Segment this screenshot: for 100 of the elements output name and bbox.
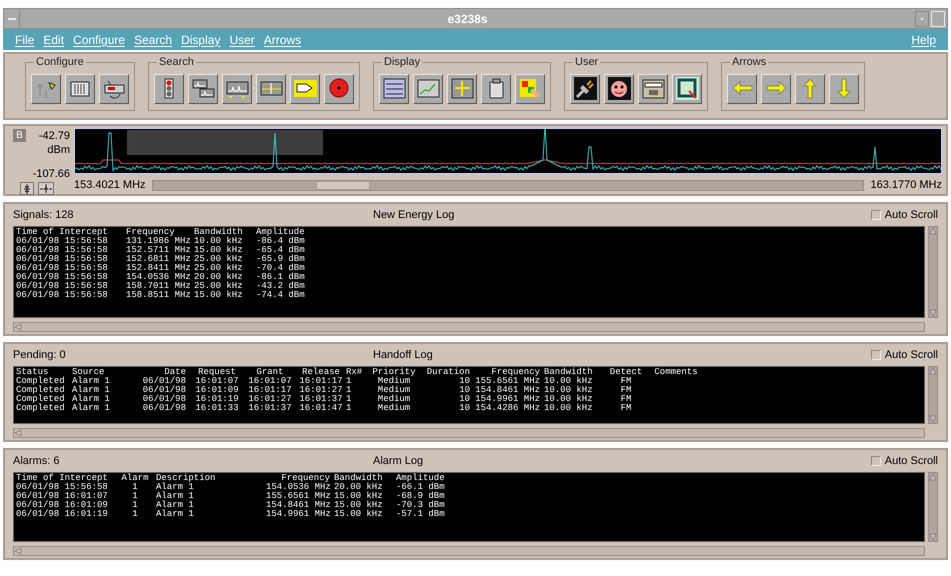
- column-header: Description: [156, 474, 216, 483]
- table-cell-text: 152.8411 MHz: [126, 264, 192, 273]
- toolbar-button[interactable]: [379, 74, 409, 104]
- table-cell-text: Medium: [376, 377, 412, 386]
- plug-icon: [572, 76, 598, 101]
- vertical-scrollbar[interactable]: [928, 226, 938, 318]
- toolbar-button[interactable]: [413, 74, 443, 104]
- menu-item[interactable]: Search: [134, 30, 172, 48]
- table-cell-text: -68.9 dBm: [396, 492, 446, 501]
- table-cell-text: 158.7011 MHz: [126, 282, 192, 291]
- table-cell-text: 15.00 kHz: [334, 501, 384, 510]
- horizontal-scrollbar[interactable]: [13, 322, 925, 332]
- table-cell-text: 154.8461 MHz: [474, 386, 541, 395]
- toolbar-button[interactable]: [515, 74, 545, 104]
- column-header: Amplitude: [396, 474, 446, 483]
- toolbar-button[interactable]: [447, 74, 477, 104]
- toolbar-button[interactable]: [829, 74, 859, 104]
- toolbar-button[interactable]: [672, 74, 702, 104]
- table-cell-text: -86.4 dBm: [256, 237, 306, 246]
- table-cell-text: 1: [131, 501, 139, 510]
- table-cell-text: 10.00 kHz: [544, 395, 594, 404]
- menu-item[interactable]: File: [15, 30, 34, 48]
- table-cell-text: Medium: [376, 404, 412, 413]
- trace-badge: B: [13, 129, 26, 142]
- auto-scroll-checkbox[interactable]: [870, 456, 881, 466]
- table-cell-text: 16:01:47: [298, 404, 344, 413]
- auto-scroll-checkbox[interactable]: [870, 350, 881, 360]
- menu-item[interactable]: Configure: [73, 30, 126, 48]
- column-header: Request: [197, 368, 237, 377]
- table-cell-text: 06/01/98 16:01:09: [16, 501, 109, 510]
- unit-label: dBm: [47, 143, 70, 158]
- peak-button[interactable]: [38, 182, 54, 195]
- table-cell-text: -66.1 dBm: [396, 483, 446, 492]
- table-cell-text: 1: [346, 386, 352, 395]
- table-cell-text: Alarm 1: [72, 377, 111, 386]
- vertical-scrollbar[interactable]: [928, 472, 938, 542]
- table-cell-text: 154.8461 MHz: [266, 501, 332, 510]
- menu-item[interactable]: Display: [181, 30, 220, 48]
- table-cell-text: 06/01/98: [142, 377, 187, 386]
- bottom-level-label: -107.66: [32, 167, 70, 182]
- window-title: e3238s: [446, 10, 489, 28]
- column-header: Source: [72, 368, 106, 377]
- table-cell-text: 06/01/98: [142, 386, 187, 395]
- scrollbar-thumb[interactable]: [316, 180, 370, 190]
- table-cell-text: 1: [131, 510, 139, 519]
- table-cell-text: 16:01:27: [247, 395, 293, 404]
- toolbar-button[interactable]: [727, 74, 757, 104]
- menu-item[interactable]: Arrows: [264, 30, 302, 48]
- toolbar-button[interactable]: [795, 74, 825, 104]
- table-cell-text: 20.00 kHz: [194, 273, 244, 282]
- toolbar-button[interactable]: [99, 74, 129, 104]
- table-cell-text: 16:01:09: [194, 386, 240, 395]
- table-cell-text: 25.00 kHz: [194, 255, 244, 264]
- table-cell-text: 1: [346, 395, 352, 404]
- toolbar-button[interactable]: [65, 74, 95, 104]
- toolbar-button[interactable]: [188, 74, 218, 104]
- toolbar-button[interactable]: [570, 74, 600, 104]
- horizontal-scrollbar[interactable]: [13, 428, 925, 438]
- table-cell-text: Medium: [376, 395, 412, 404]
- toolbar-button[interactable]: [324, 74, 354, 104]
- toolbar-button[interactable]: [761, 74, 791, 104]
- table-cell-text: -70.4 dBm: [256, 264, 306, 273]
- table-cell-text: -86.1 dBm: [256, 273, 306, 282]
- toolbar-button[interactable]: [222, 74, 252, 104]
- table-cell-text: 154.4286 MHz: [474, 404, 541, 413]
- toolbar-button[interactable]: [290, 74, 320, 104]
- left-arrow-icon: [14, 323, 22, 331]
- toolbar-button[interactable]: [638, 74, 668, 104]
- table-cell-text: 16:01:17: [247, 386, 293, 395]
- help-menu[interactable]: Help: [911, 30, 936, 48]
- toolbar-button[interactable]: [31, 74, 61, 104]
- vertical-scrollbar[interactable]: [928, 366, 938, 424]
- table-cell-text: 1: [346, 404, 352, 413]
- table-cell-text: 154.0536 MHz: [126, 273, 192, 282]
- toolbar-group-title: Display: [382, 54, 422, 70]
- table-cell-text: 10.00 kHz: [544, 377, 594, 386]
- cartoon-face-icon: [606, 76, 632, 101]
- down-arrow-icon: [929, 415, 937, 423]
- table-cell-text: 152.6811 MHz: [126, 255, 192, 264]
- menu-item[interactable]: User: [229, 30, 255, 48]
- toolbar-button[interactable]: [481, 74, 511, 104]
- horizontal-scrollbar[interactable]: [13, 546, 925, 556]
- table-cell-text: 06/01/98 15:56:58: [16, 282, 109, 291]
- zoom-button[interactable]: [20, 182, 34, 195]
- table-cell-text: Alarm 1: [72, 386, 111, 395]
- toolbar-button[interactable]: [154, 74, 184, 104]
- table-cell-text: -70.3 dBm: [396, 501, 446, 510]
- menu-item[interactable]: Edit: [43, 30, 64, 48]
- toolbar-button[interactable]: [604, 74, 634, 104]
- table-cell-text: 16:01:17: [298, 377, 344, 386]
- table-cell-text: 16:01:19: [194, 395, 240, 404]
- frequency-scrollbar[interactable]: [152, 180, 864, 191]
- column-header: Duration: [426, 368, 471, 377]
- log-count: Signals: 128: [13, 208, 75, 223]
- toolbar-button[interactable]: [256, 74, 286, 104]
- table-cell-text: 10.00 kHz: [544, 404, 594, 413]
- table-cell-text: 25.00 kHz: [194, 282, 244, 291]
- auto-scroll-checkbox[interactable]: [870, 210, 881, 220]
- column-header: Bandwidth: [334, 474, 384, 483]
- table-cell-text: 06/01/98 15:56:58: [16, 291, 109, 300]
